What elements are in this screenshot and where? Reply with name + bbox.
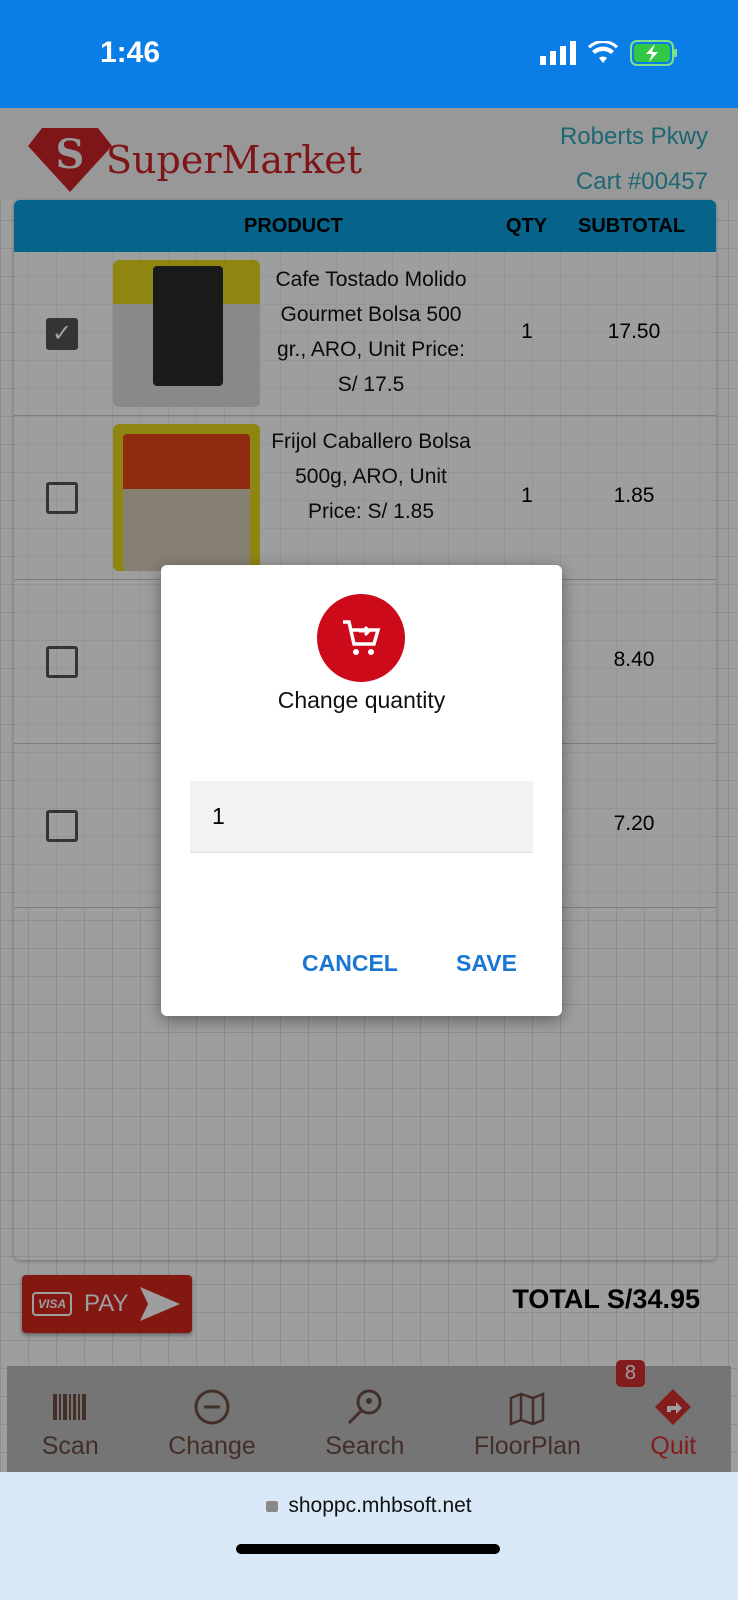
quantity-input[interactable] <box>190 781 533 853</box>
dialog-title: Change quantity <box>277 687 446 713</box>
browser-address-bar[interactable]: shoppc.mhbsoft.net <box>0 1472 738 1600</box>
clock: 1:46 <box>100 36 161 69</box>
save-button[interactable]: SAVE <box>456 950 517 977</box>
status-bar: 1:46 <box>0 0 738 108</box>
url-text: shoppc.mhbsoft.net <box>288 1494 472 1517</box>
lock-icon <box>266 1501 279 1512</box>
battery-charging-icon <box>630 40 677 66</box>
signal-icon <box>540 41 576 65</box>
home-indicator <box>236 1544 500 1554</box>
change-quantity-dialog: Change quantity CANCEL SAVE <box>161 565 562 1016</box>
cart-arrow-icon <box>317 594 405 682</box>
cancel-button[interactable]: CANCEL <box>302 950 398 977</box>
wifi-icon <box>588 41 618 63</box>
